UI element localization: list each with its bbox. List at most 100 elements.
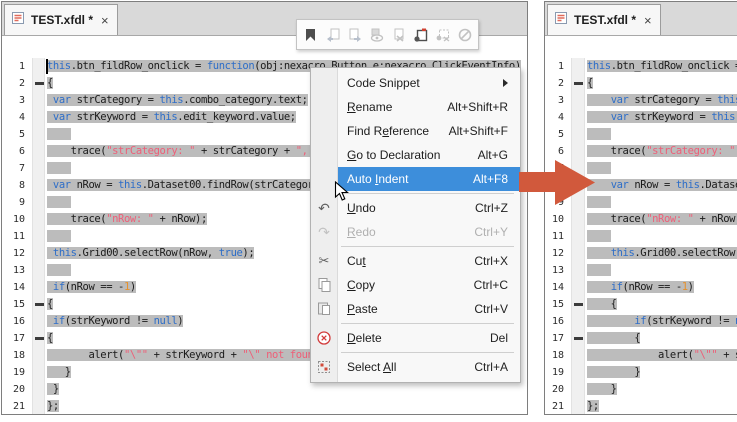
code-line[interactable]: trace("nRow: " + nRow); xyxy=(587,211,737,228)
code-line[interactable] xyxy=(587,262,737,279)
fold-marker[interactable] xyxy=(572,330,584,347)
fold-row xyxy=(33,347,44,364)
code-area-right[interactable]: this.btn_fildRow_onclick = function(obj:… xyxy=(585,58,737,414)
code-token xyxy=(587,315,634,327)
line-number: 18 xyxy=(545,347,571,364)
code-line[interactable]: } xyxy=(587,381,737,398)
menu-item-shortcut: Ctrl+X xyxy=(474,254,508,268)
menu-item-redo: ↷RedoCtrl+Y xyxy=(311,220,520,244)
code-token: strKeyword = xyxy=(628,111,711,123)
menu-separator xyxy=(341,246,514,247)
code-token: { xyxy=(587,77,593,89)
clear-breakpoints-icon[interactable] xyxy=(433,24,452,46)
copy-icon xyxy=(315,276,333,294)
code-token: var xyxy=(53,179,71,191)
tab-test-xfdl-left[interactable]: TEST.xfdl * × xyxy=(4,4,118,35)
prev-bookmark-icon[interactable] xyxy=(323,24,342,46)
code-line[interactable]: if(nRow == -1) xyxy=(587,279,737,296)
menu-item-cut[interactable]: ✂CutCtrl+X xyxy=(311,249,520,273)
menu-item-select-all[interactable]: Select AllCtrl+A xyxy=(311,355,520,379)
fold-marker[interactable] xyxy=(572,296,584,313)
toggle-breakpoint-icon[interactable] xyxy=(411,24,430,46)
code-line[interactable]: var strKeyword = this.edit_keyword.value… xyxy=(587,109,737,126)
line-number: 1 xyxy=(545,58,571,75)
menu-item-shortcut: Alt+F8 xyxy=(473,172,508,186)
fold-row xyxy=(33,126,44,143)
code-line[interactable]: }; xyxy=(587,398,737,414)
cut-icon: ✂ xyxy=(315,252,333,270)
line-number: 14 xyxy=(2,279,32,296)
line-number: 1 xyxy=(2,58,32,75)
code-line[interactable]: { xyxy=(587,330,737,347)
menu-item-rename[interactable]: RenameAlt+Shift+R xyxy=(311,95,520,119)
code-line[interactable] xyxy=(587,194,737,211)
menu-item-copy[interactable]: CopyCtrl+C xyxy=(311,273,520,297)
code-token: ) xyxy=(130,281,136,293)
code-token: { xyxy=(47,77,53,89)
clear-bookmarks-icon[interactable] xyxy=(389,24,408,46)
code-token: this xyxy=(717,94,737,106)
fold-row xyxy=(33,177,44,194)
line-number: 16 xyxy=(2,313,32,330)
fold-marker[interactable] xyxy=(33,296,44,313)
code-token: "\"" xyxy=(124,349,148,361)
menu-separator xyxy=(341,352,514,353)
toggle-bookmark-icon[interactable] xyxy=(301,24,320,46)
code-line[interactable]: } xyxy=(587,364,737,381)
code-line[interactable]: } xyxy=(47,381,527,398)
fold-row xyxy=(572,245,584,262)
menu-item-find-reference[interactable]: Find ReferenceAlt+Shift+F xyxy=(311,119,520,143)
menu-item-shortcut: Ctrl+C xyxy=(474,278,508,292)
tab-close-icon[interactable]: × xyxy=(101,14,109,27)
fold-marker[interactable] xyxy=(33,75,44,92)
fold-column-right[interactable] xyxy=(571,58,585,414)
fold-row xyxy=(33,381,44,398)
line-number: 10 xyxy=(2,211,32,228)
menu-item-go-to-declaration[interactable]: Go to DeclarationAlt+G xyxy=(311,143,520,167)
code-line[interactable] xyxy=(587,228,737,245)
code-token: "nRow: " xyxy=(646,213,693,225)
code-token: this xyxy=(118,179,142,191)
tab-close-icon[interactable]: × xyxy=(644,14,652,27)
line-number: 8 xyxy=(2,177,32,194)
code-line[interactable]: trace("strCategory: " + strCategory + ",… xyxy=(587,143,737,160)
code-line[interactable] xyxy=(587,126,737,143)
code-line[interactable]: this.btn_fildRow_onclick = function(obj:… xyxy=(587,58,737,75)
code-token xyxy=(587,128,611,140)
menu-item-shortcut: Alt+Shift+R xyxy=(447,100,508,114)
fold-marker[interactable] xyxy=(572,75,584,92)
code-line[interactable]: var strCategory = this.combo_category.te… xyxy=(587,92,737,109)
tab-test-xfdl-right[interactable]: TEST.xfdl * × xyxy=(547,4,661,35)
code-token: alert( xyxy=(587,349,694,361)
code-token: { xyxy=(587,332,640,344)
line-number: 12 xyxy=(2,245,32,262)
code-token: .Grid00.selectRow(nRow, xyxy=(634,247,737,259)
menu-item-auto-indent[interactable]: Auto IndentAlt+F8 xyxy=(338,167,520,191)
code-line[interactable]: { xyxy=(587,296,737,313)
fold-column-left[interactable] xyxy=(32,58,45,414)
fold-row xyxy=(33,364,44,381)
next-bookmark-icon[interactable] xyxy=(345,24,364,46)
code-line[interactable]: }; xyxy=(47,398,527,414)
menu-item-delete[interactable]: DeleteDel xyxy=(311,326,520,350)
menu-item-shortcut: Ctrl+Z xyxy=(475,201,508,215)
code-line[interactable]: alert("\"" + strKeyword + "\" not found!… xyxy=(587,347,737,364)
menu-item-code-snippet[interactable]: Code Snippet xyxy=(311,71,520,95)
tab-title: TEST.xfdl * xyxy=(574,13,636,27)
code-token: .btn_fildRow_onclick = xyxy=(611,60,737,72)
code-token: ) xyxy=(688,281,694,293)
code-line[interactable] xyxy=(587,160,737,177)
show-all-bookmarks-icon[interactable] xyxy=(367,24,386,46)
line-number: 11 xyxy=(545,228,571,245)
code-token: .edit_keyword.value; xyxy=(177,111,295,123)
code-line[interactable]: if(strKeyword != null) xyxy=(587,313,737,330)
code-line[interactable]: this.Grid00.selectRow(nRow, true); xyxy=(587,245,737,262)
code-line[interactable]: var nRow = this.Dataset00.findRow(strCat… xyxy=(587,177,737,194)
breakpoint-state-icon[interactable] xyxy=(455,24,474,46)
menu-item-shortcut: Alt+G xyxy=(478,148,508,162)
code-line[interactable]: { xyxy=(587,75,737,92)
fold-marker[interactable] xyxy=(33,330,44,347)
line-number: 19 xyxy=(2,364,32,381)
menu-item-paste[interactable]: PasteCtrl+V xyxy=(311,297,520,321)
code-editor-right[interactable]: 123456789101112131415161718192021 this.b… xyxy=(545,36,737,414)
